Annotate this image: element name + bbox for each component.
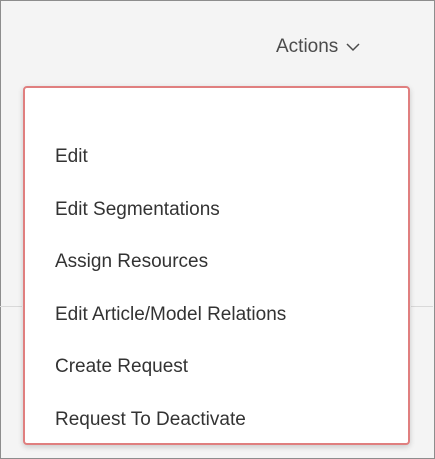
menu-item-label: Create Request: [55, 356, 189, 378]
menu-item-label: Edit: [55, 146, 88, 168]
menu-item-create-request[interactable]: Create Request: [55, 341, 286, 394]
actions-dropdown-menu: Edit Edit Segmentations Assign Resources…: [23, 86, 410, 445]
left-divider: [0, 306, 22, 307]
menu-item-edit-article-model-relations[interactable]: Edit Article/Model Relations: [55, 289, 286, 342]
menu-item-request-to-deactivate[interactable]: Request To Deactivate: [55, 394, 286, 447]
menu-item-edit-segmentations[interactable]: Edit Segmentations: [55, 184, 286, 237]
actions-label: Actions: [276, 36, 339, 57]
menu-item-assign-resources[interactable]: Assign Resources: [55, 236, 286, 289]
menu-item-label: Edit Segmentations: [55, 198, 220, 220]
menu-item-label: Request To Deactivate: [55, 408, 246, 430]
actions-button[interactable]: Actions: [276, 33, 360, 61]
menu-item-label: Assign Resources: [55, 251, 209, 273]
actions-menu-list: Edit Edit Segmentations Assign Resources…: [55, 131, 286, 446]
menu-item-label: Edit Article/Model Relations: [55, 303, 287, 325]
right-divider: [411, 306, 433, 307]
chevron-down-icon: [346, 42, 360, 51]
menu-item-edit[interactable]: Edit: [55, 131, 286, 184]
